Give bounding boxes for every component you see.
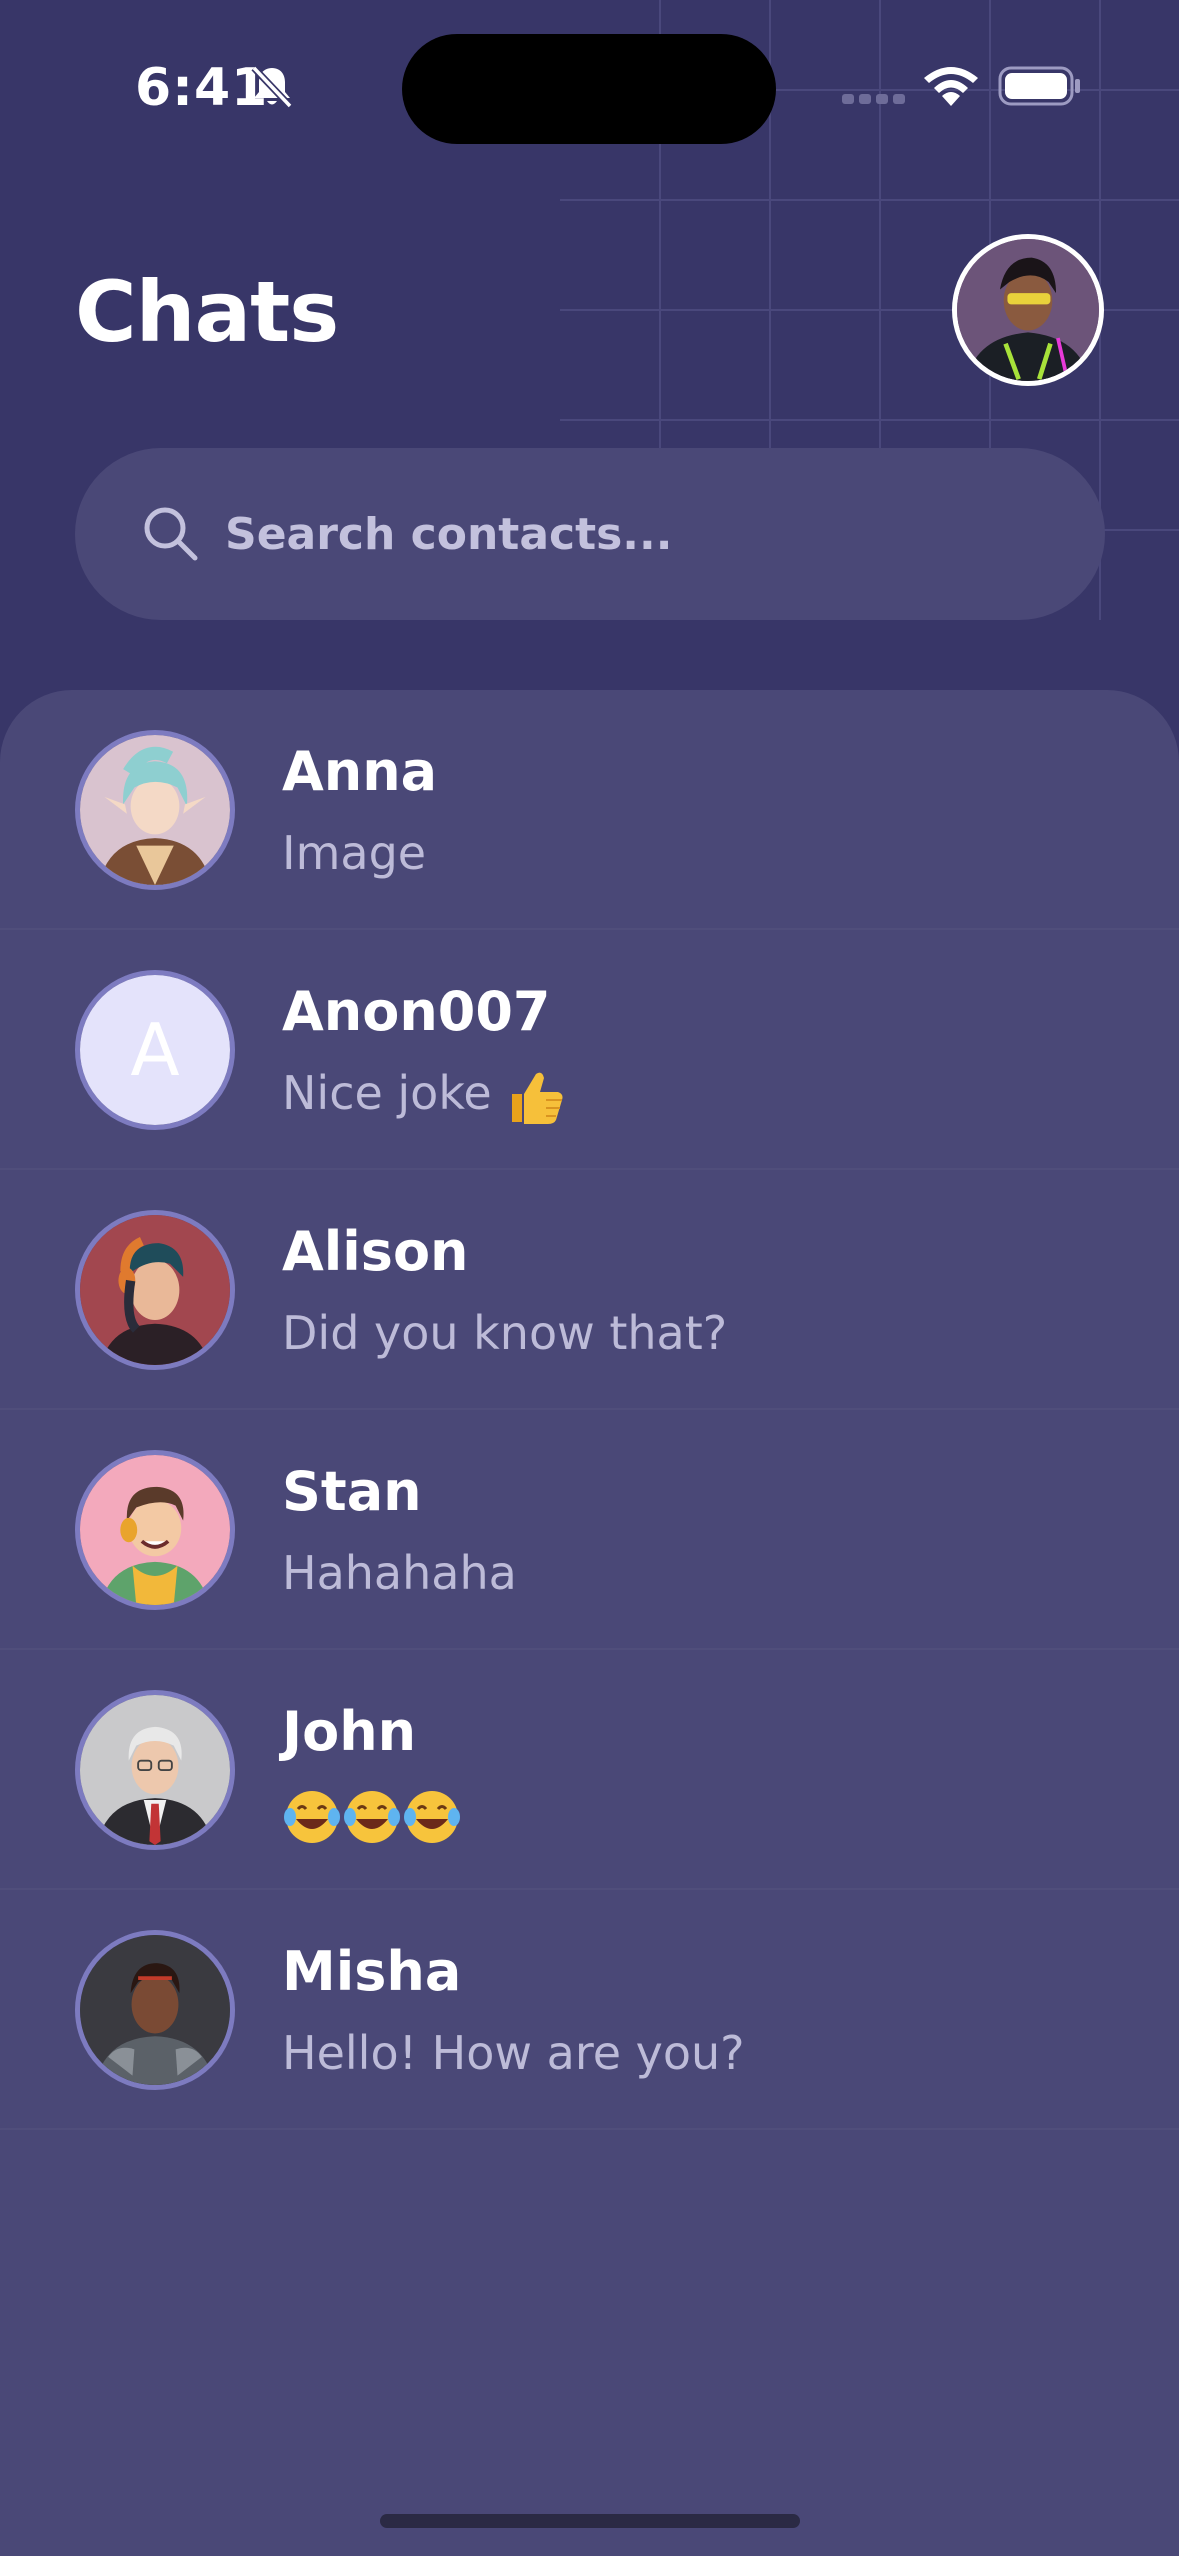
signal-icon [842, 94, 905, 104]
chat-preview: Did you know that? [282, 1306, 728, 1360]
chat-row-alison[interactable]: Alison Did you know that? [0, 1170, 1179, 1410]
chat-preview: Image [282, 826, 427, 880]
laughing-tears-icon [284, 1790, 340, 1843]
profile-avatar[interactable] [952, 234, 1104, 386]
status-time: 6:41 [135, 58, 269, 118]
avatar-letter: A [80, 975, 230, 1125]
chat-row-anna[interactable]: Anna Image [0, 690, 1179, 930]
status-bar: 6:41 [0, 0, 1179, 150]
john-avatar [75, 1690, 235, 1850]
chat-name: Stan [282, 1460, 422, 1523]
chat-list: Anna Image A Anon007 Nice joke Alison Di… [0, 690, 1179, 2556]
page-title: Chats [75, 263, 339, 361]
chat-preview: Nice joke [282, 1064, 568, 1128]
chat-name: Anon007 [282, 980, 551, 1043]
chat-preview: Hahahaha [282, 1546, 517, 1600]
chat-preview [282, 1784, 462, 1847]
chat-row-anon007[interactable]: A Anon007 Nice joke [0, 930, 1179, 1170]
chats-screen: 6:41 Chats Search contacts... Anna Image… [0, 0, 1179, 2556]
chat-name: Anna [282, 740, 438, 803]
search-input[interactable] [225, 488, 1045, 580]
bell-off-icon [251, 65, 293, 109]
search-icon [144, 507, 198, 561]
misha-avatar [75, 1930, 235, 2090]
chat-row-misha[interactable]: Misha Hello! How are you? [0, 1890, 1179, 2130]
laughing-tears-icon [344, 1790, 400, 1843]
wifi-icon [924, 67, 978, 106]
home-indicator[interactable] [380, 2514, 800, 2528]
search-bar[interactable] [75, 448, 1105, 620]
stan-avatar [75, 1450, 235, 1610]
chat-name: Alison [282, 1220, 469, 1283]
chat-row-stan[interactable]: Stan Hahahaha [0, 1410, 1179, 1650]
alison-avatar [75, 1210, 235, 1370]
chat-name: John [282, 1700, 417, 1763]
anna-avatar [75, 730, 235, 890]
chat-preview-text: Nice joke [282, 1066, 492, 1120]
chat-row-john[interactable]: John [0, 1650, 1179, 1890]
chat-preview: Hello! How are you? [282, 2026, 745, 2080]
thumbs-up-icon [512, 1072, 563, 1124]
battery-icon [998, 66, 1080, 106]
dynamic-island [402, 34, 776, 144]
letter-avatar: A [75, 970, 235, 1130]
laughing-tears-icon [404, 1790, 460, 1843]
chat-name: Misha [282, 1940, 462, 2003]
